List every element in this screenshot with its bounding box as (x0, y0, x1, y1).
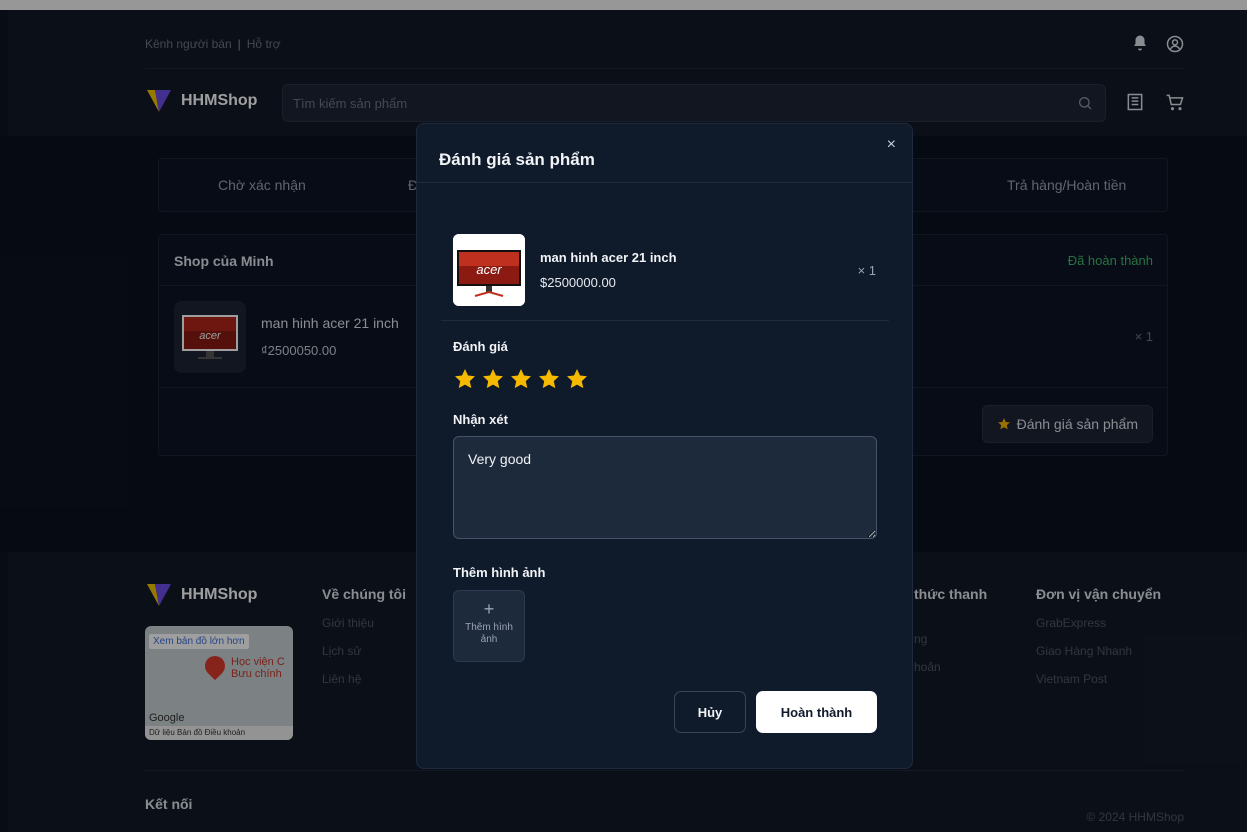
rating-label: Đánh giá (453, 339, 508, 354)
modal-product-quantity: × 1 (857, 263, 876, 278)
image-label: Thêm hình ảnh (453, 565, 546, 580)
comment-label: Nhận xét (453, 412, 508, 427)
comment-textarea[interactable]: Very good (453, 436, 877, 539)
star-icon[interactable] (565, 367, 589, 391)
star-icon[interactable] (453, 367, 477, 391)
star-rating (453, 367, 589, 391)
add-image-button[interactable]: + Thêm hình ảnh (453, 590, 525, 662)
monitor-image: acer (453, 234, 525, 306)
modal-product-thumbnail: acer (453, 234, 525, 306)
modal-divider (441, 320, 889, 321)
modal-product-price: $2500000.00 (540, 275, 616, 290)
star-icon[interactable] (509, 367, 533, 391)
modal-divider (417, 182, 912, 183)
add-image-label: Thêm hình ảnh (465, 622, 513, 645)
close-icon[interactable]: × (887, 136, 896, 154)
modal-product-name: man hinh acer 21 inch (540, 250, 677, 265)
review-modal: Đánh giá sản phẩm × acer man hinh acer 2… (416, 123, 913, 769)
modal-title: Đánh giá sản phẩm (439, 150, 595, 169)
cancel-button[interactable]: Hủy (674, 691, 746, 733)
submit-button[interactable]: Hoàn thành (756, 691, 877, 733)
plus-icon: + (483, 599, 495, 619)
star-icon[interactable] (537, 367, 561, 391)
svg-text:acer: acer (476, 262, 502, 277)
star-icon[interactable] (481, 367, 505, 391)
